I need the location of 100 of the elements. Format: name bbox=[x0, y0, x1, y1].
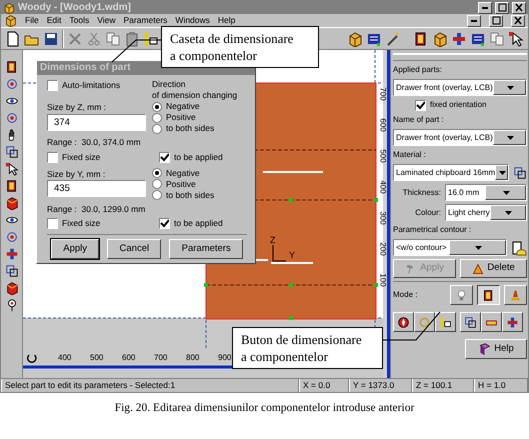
dialog-button[interactable]: Cancel bbox=[107, 239, 162, 259]
ruler-label: 400 bbox=[378, 180, 389, 194]
checkmark-icon bbox=[416, 100, 425, 110]
lamp-icon bbox=[509, 288, 522, 302]
radio-button[interactable] bbox=[152, 168, 162, 178]
menu-item[interactable]: Edit bbox=[46, 14, 62, 27]
help-button[interactable]: Help bbox=[465, 339, 527, 359]
tool-button[interactable] bbox=[481, 312, 502, 332]
target-icon[interactable] bbox=[4, 230, 18, 244]
contour-icon[interactable] bbox=[511, 240, 527, 256]
close-button[interactable] bbox=[511, 14, 525, 26]
dropdown[interactable]: Laminated chipboard 16mm bbox=[393, 164, 510, 181]
cross-tool-icon bbox=[506, 316, 519, 328]
cube-icon[interactable] bbox=[346, 30, 363, 46]
radio-button[interactable] bbox=[152, 190, 162, 200]
radio-button[interactable] bbox=[152, 112, 162, 122]
cube-icon[interactable] bbox=[4, 14, 17, 27]
leader-line bbox=[382, 312, 440, 340]
status-text: Select part to edit its parameters - Selected:1 bbox=[1, 379, 299, 392]
ruler-icon[interactable] bbox=[143, 30, 159, 46]
checkbox[interactable] bbox=[159, 218, 170, 230]
cross-tool-icon[interactable] bbox=[4, 247, 18, 261]
radio-button[interactable] bbox=[152, 124, 162, 134]
frames-icon[interactable] bbox=[513, 166, 528, 180]
checkbox-label: Auto-limitations bbox=[62, 79, 120, 92]
tool-button[interactable] bbox=[393, 312, 414, 332]
checkbox[interactable] bbox=[47, 152, 58, 163]
maximize-button[interactable] bbox=[495, 2, 509, 14]
checkbox[interactable] bbox=[415, 100, 426, 110]
radio-button[interactable] bbox=[152, 102, 162, 112]
field-label: Applied parts: bbox=[393, 64, 443, 76]
frames-icon[interactable] bbox=[4, 264, 18, 278]
radio-button[interactable] bbox=[152, 179, 162, 189]
ruler-label: 600 bbox=[378, 118, 389, 132]
ring-icon bbox=[418, 316, 431, 328]
checkbox-label: Fixed size bbox=[62, 150, 100, 164]
checkbox[interactable] bbox=[47, 80, 58, 91]
field-label: Thickness: bbox=[402, 186, 441, 198]
dropdown[interactable]: Drawer front (overlay, LCB) bbox=[393, 79, 527, 96]
tool-button[interactable] bbox=[502, 312, 523, 332]
tool-button[interactable] bbox=[435, 312, 456, 332]
field-label: Colour: bbox=[414, 206, 441, 218]
close-button[interactable] bbox=[512, 2, 526, 14]
delete-button[interactable]: Delete bbox=[460, 259, 528, 278]
mode-button[interactable] bbox=[477, 285, 500, 305]
callout: Buton de dimensionare a componentelor bbox=[232, 327, 383, 369]
pointer-icon[interactable] bbox=[4, 162, 18, 176]
clipboard-icon[interactable] bbox=[124, 30, 140, 46]
file-icon[interactable] bbox=[5, 30, 21, 46]
minimize-icon bbox=[482, 6, 488, 8]
target-icon[interactable] bbox=[4, 111, 18, 125]
field-label: Size by Y, mm : bbox=[47, 168, 106, 180]
status-text: H = 1.0 bbox=[474, 379, 528, 392]
caret-icon bbox=[506, 86, 514, 90]
menu-item[interactable]: Tools bbox=[69, 14, 90, 27]
target-icon[interactable] bbox=[4, 77, 18, 91]
menu-item[interactable]: Windows bbox=[175, 14, 210, 27]
size-field[interactable]: 374 bbox=[47, 114, 146, 131]
door-icon[interactable] bbox=[4, 60, 18, 74]
door-icon[interactable] bbox=[4, 179, 18, 193]
minimize-button[interactable] bbox=[478, 2, 492, 14]
menu-item[interactable]: Parameters bbox=[123, 14, 168, 27]
field-label: Name of part : bbox=[393, 114, 445, 126]
cube-icon[interactable] bbox=[4, 281, 18, 295]
wand-icon[interactable] bbox=[384, 30, 401, 46]
ruler-label: 600 bbox=[122, 352, 136, 364]
dialog-button[interactable]: Parameters bbox=[169, 239, 243, 259]
maximize-button[interactable] bbox=[489, 14, 503, 26]
range-text: Range : 30.0, 1299.0 mm bbox=[47, 202, 146, 216]
leader-line bbox=[112, 40, 162, 62]
minimize-button[interactable] bbox=[467, 14, 481, 26]
dropdown[interactable]: <w/o contour> bbox=[393, 239, 507, 256]
radio-label: to both sides bbox=[166, 190, 214, 200]
cube-icon[interactable] bbox=[4, 196, 18, 210]
cube-icon[interactable] bbox=[432, 30, 448, 46]
cross-tool-icon[interactable] bbox=[451, 30, 467, 46]
checkbox-label: fixed orientation bbox=[430, 99, 486, 111]
bulb-icon bbox=[455, 288, 468, 302]
window-title: Woody - [Woody1.wdm] bbox=[18, 1, 131, 15]
checkbox[interactable] bbox=[159, 152, 170, 163]
tool-button[interactable] bbox=[414, 312, 435, 332]
menu-item[interactable]: Help bbox=[218, 14, 236, 27]
frames-icon bbox=[464, 316, 477, 328]
ruler-origin-icon[interactable] bbox=[27, 353, 38, 364]
caret-icon bbox=[475, 246, 482, 250]
frames-icon[interactable] bbox=[4, 145, 18, 159]
tool-button[interactable] bbox=[460, 312, 481, 332]
dialog-button[interactable]: Apply bbox=[51, 239, 100, 259]
checkbox[interactable] bbox=[47, 218, 58, 230]
dropdown[interactable]: Drawer front (overlay, LCB) bbox=[393, 129, 527, 146]
pointer-icon[interactable] bbox=[508, 30, 524, 46]
menu-item[interactable]: File bbox=[25, 14, 39, 27]
dropdown[interactable]: 16.0 mm bbox=[445, 184, 527, 201]
menu-item[interactable]: View bbox=[97, 14, 116, 27]
caret-icon bbox=[499, 170, 506, 174]
dropdown[interactable]: Light cherry bbox=[445, 204, 527, 221]
size-field[interactable]: 435 bbox=[47, 180, 146, 198]
field-label: Parametrical contour : bbox=[393, 224, 472, 236]
compass-icon bbox=[397, 316, 410, 328]
caret-icon bbox=[506, 136, 514, 140]
